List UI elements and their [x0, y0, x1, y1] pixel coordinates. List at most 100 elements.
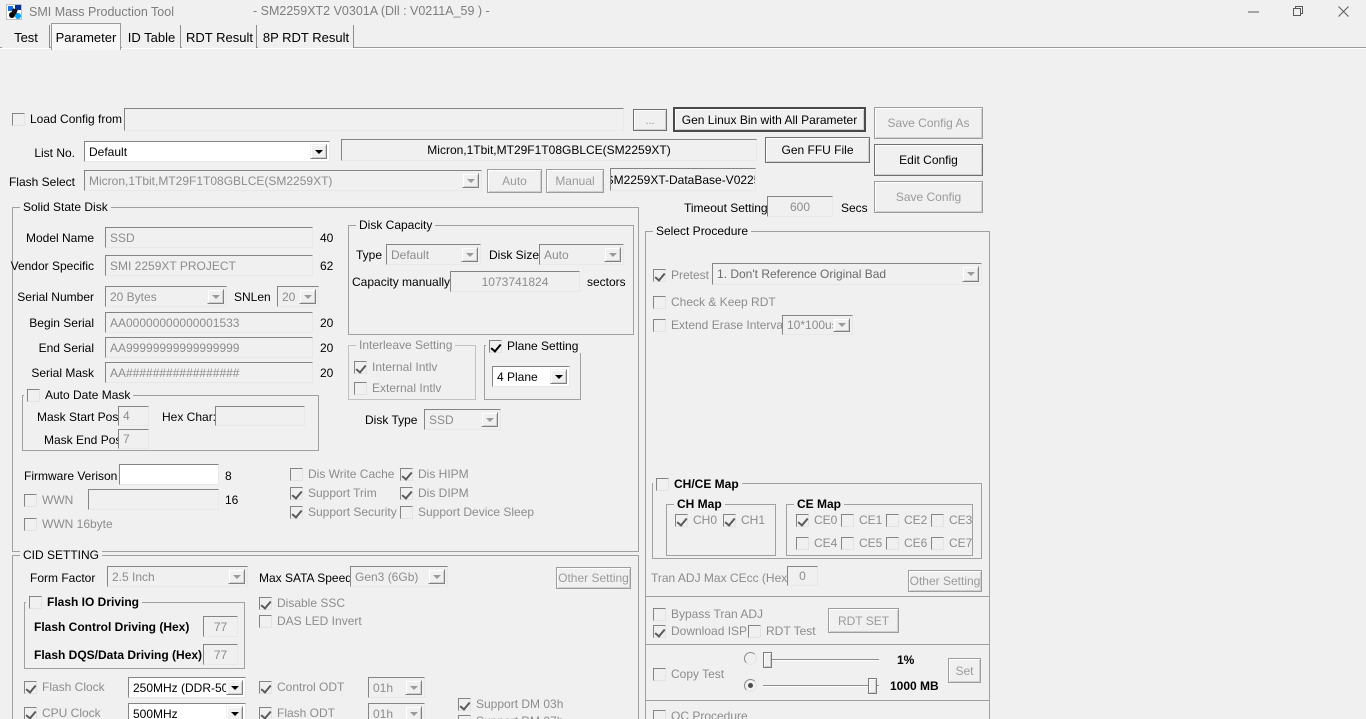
browse-button[interactable]: ... — [633, 109, 667, 131]
load-config-from-checkbox[interactable]: Load Config from — [12, 112, 122, 126]
chevron-down-icon[interactable] — [461, 247, 478, 262]
flash-clock-dropdown[interactable]: 250MHz (DDR-500) — [128, 677, 246, 698]
load-config-path-input[interactable] — [124, 108, 624, 131]
copy-test-size-slider[interactable] — [763, 677, 879, 695]
dis-write-cache-checkbox[interactable]: Dis Write Cache — [290, 467, 394, 481]
chevron-down-icon[interactable] — [550, 369, 567, 384]
flash-select-dropdown[interactable]: Micron,1Tbit,MT29F1T08GBLCE(SM2259XT) — [84, 170, 482, 191]
das-led-invert-checkbox[interactable]: DAS LED Invert — [259, 614, 362, 628]
gen-linux-bin-button[interactable]: Gen Linux Bin with All Parameter — [673, 107, 866, 132]
save-config-as-button[interactable]: Save Config As — [874, 107, 983, 139]
auto-date-mask-checkbox[interactable]: Auto Date Mask — [24, 388, 133, 402]
gen-ffu-file-button[interactable]: Gen FFU File — [765, 137, 870, 163]
manual-button[interactable]: Manual — [546, 169, 604, 193]
wwn-input[interactable] — [88, 489, 219, 510]
chevron-down-icon[interactable] — [226, 706, 243, 719]
chevron-down-icon[interactable] — [228, 569, 245, 584]
ce7-checkbox[interactable]: CE7 — [931, 536, 972, 550]
firmware-version-input[interactable] — [119, 464, 219, 485]
cid-other-setting-button[interactable]: Other Setting — [556, 567, 631, 589]
tran-adj-max-cecc-input[interactable]: 0 — [787, 566, 818, 586]
support-dm-03h-checkbox[interactable]: Support DM 03h — [458, 697, 563, 711]
internal-intlv-checkbox[interactable]: Internal Intlv — [354, 360, 437, 374]
ch0-checkbox[interactable]: CH0 — [675, 513, 717, 527]
cpu-clock-checkbox[interactable]: CPU Clock — [24, 706, 101, 719]
ch1-checkbox[interactable]: CH1 — [723, 513, 765, 527]
flash-control-driving-input[interactable]: 77 — [203, 616, 238, 637]
max-sata-speed-dropdown[interactable]: Gen3 (6Gb) — [350, 566, 448, 587]
disk-type-dropdown[interactable]: SSD — [424, 409, 501, 430]
chevron-down-icon[interactable] — [604, 247, 621, 262]
disk-size-dropdown[interactable]: Auto — [539, 244, 624, 265]
ch-ce-map-checkbox[interactable]: CH/CE Map — [653, 477, 742, 491]
slider-thumb[interactable] — [763, 652, 772, 668]
rdt-test-checkbox[interactable]: RDT Test — [748, 624, 816, 638]
wwn-16byte-checkbox[interactable]: WWN 16byte — [24, 517, 113, 531]
chevron-down-icon[interactable] — [962, 266, 979, 282]
chevron-down-icon[interactable] — [405, 680, 422, 695]
pretest-dropdown[interactable]: 1. Don't Reference Original Bad — [712, 263, 982, 285]
plane-count-dropdown[interactable]: 4 Plane — [492, 366, 570, 387]
snlen-dropdown[interactable]: 20 — [277, 286, 319, 307]
ce2-checkbox[interactable]: CE2 — [886, 513, 927, 527]
flash-odt-dropdown[interactable]: 01h — [368, 703, 425, 719]
capacity-manually-input[interactable]: 1073741824 — [450, 271, 580, 292]
flash-dqs-driving-input[interactable]: 77 — [203, 644, 238, 665]
control-odt-dropdown[interactable]: 01h — [368, 677, 425, 698]
dis-dipm-checkbox[interactable]: Dis DIPM — [400, 486, 469, 500]
chevron-down-icon[interactable] — [833, 318, 850, 332]
copy-test-percent-slider[interactable] — [763, 651, 879, 669]
support-security-checkbox[interactable]: Support Security — [290, 505, 397, 519]
ce0-checkbox[interactable]: CE0 — [796, 513, 837, 527]
chevron-down-icon[interactable] — [207, 289, 224, 304]
bypass-tran-adj-checkbox[interactable]: Bypass Tran ADJ — [653, 607, 763, 621]
flash-odt-checkbox[interactable]: Flash ODT — [259, 706, 335, 719]
disable-ssc-checkbox[interactable]: Disable SSC — [259, 596, 345, 610]
chevron-down-icon[interactable] — [310, 144, 327, 159]
chevron-down-icon[interactable] — [462, 173, 479, 188]
download-isp-checkbox[interactable]: Download ISP — [653, 624, 747, 638]
flash-io-driving-checkbox[interactable]: Flash IO Driving — [26, 595, 142, 609]
model-name-input[interactable]: SSD — [105, 227, 313, 248]
support-device-sleep-checkbox[interactable]: Support Device Sleep — [400, 505, 534, 519]
pretest-checkbox[interactable]: Pretest — [653, 268, 709, 282]
cpu-clock-dropdown[interactable]: 500MHz — [128, 703, 246, 719]
check-keep-rdt-checkbox[interactable]: Check & Keep RDT — [653, 295, 776, 309]
capacity-type-dropdown[interactable]: Default — [386, 244, 481, 265]
end-serial-input[interactable]: AA99999999999999999 — [105, 337, 313, 358]
support-dm-07h-checkbox[interactable]: Support DM 07h — [458, 714, 563, 719]
minimize-icon[interactable] — [1231, 0, 1276, 23]
copy-test-percent-radio[interactable] — [744, 652, 757, 665]
begin-serial-input[interactable]: AA00000000000001533 — [105, 312, 313, 333]
procedure-other-setting-button[interactable]: Other Setting — [908, 570, 982, 592]
tab-rdt-result[interactable]: RDT Result — [182, 25, 257, 49]
chevron-down-icon[interactable] — [428, 569, 445, 584]
maximize-icon[interactable] — [1276, 0, 1321, 23]
extend-erase-interval-dropdown[interactable]: 10*100us — [782, 315, 853, 335]
chevron-down-icon[interactable] — [226, 680, 243, 695]
rdt-set-button[interactable]: RDT SET — [828, 608, 899, 633]
support-trim-checkbox[interactable]: Support Trim — [290, 486, 377, 500]
timeout-input[interactable]: 600 — [767, 196, 833, 217]
chevron-down-icon[interactable] — [405, 706, 422, 719]
serial-mask-input[interactable]: AA################# — [105, 362, 313, 383]
plane-setting-checkbox[interactable]: Plane Setting — [486, 339, 581, 353]
list-no-select[interactable]: Default — [84, 141, 330, 162]
external-intlv-checkbox[interactable]: External Intlv — [354, 381, 441, 395]
tab-8p-rdt-result[interactable]: 8P RDT Result — [258, 25, 354, 49]
mask-start-pos-input[interactable]: 4 — [118, 406, 149, 426]
ce1-checkbox[interactable]: CE1 — [841, 513, 882, 527]
copy-test-set-button[interactable]: Set — [948, 658, 981, 683]
dis-hipm-checkbox[interactable]: Dis HIPM — [400, 467, 469, 481]
close-icon[interactable] — [1321, 0, 1366, 23]
tab-parameter[interactable]: Parameter — [51, 23, 121, 50]
slider-thumb[interactable] — [868, 678, 877, 694]
wwn-checkbox[interactable]: WWN — [24, 493, 73, 507]
auto-button[interactable]: Auto — [487, 169, 542, 193]
chevron-down-icon[interactable] — [481, 412, 498, 427]
tab-id-table[interactable]: ID Table — [122, 25, 181, 49]
serial-number-dropdown[interactable]: 20 Bytes — [105, 286, 227, 307]
qc-procedure-checkbox[interactable]: QC Procedure — [653, 709, 748, 719]
ce3-checkbox[interactable]: CE3 — [931, 513, 972, 527]
copy-test-size-radio[interactable] — [744, 679, 757, 692]
